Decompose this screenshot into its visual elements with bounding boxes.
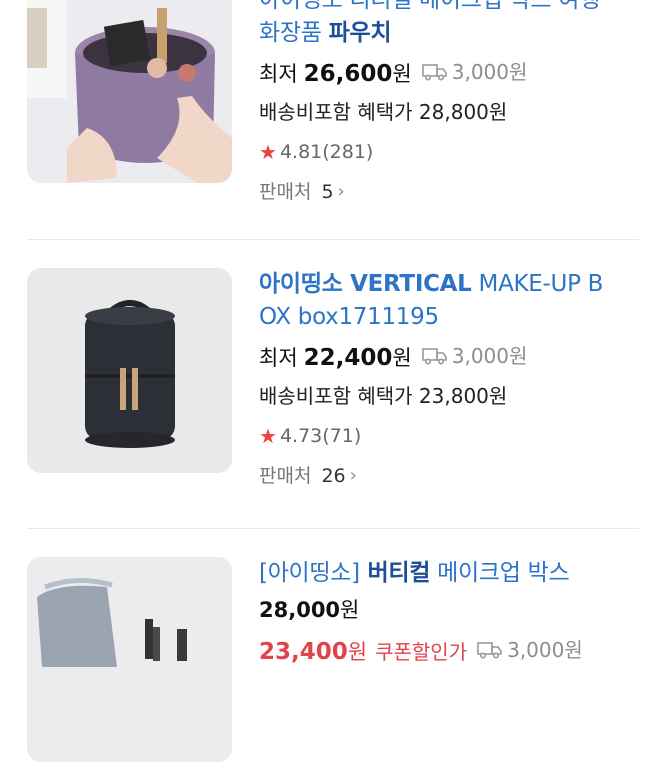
coupon-price-row: 23,400 원 쿠폰할인가 3,000원 <box>259 630 639 670</box>
chevron-right-icon: › <box>349 465 357 486</box>
price-row: 28,000원 <box>259 590 639 630</box>
rating-value: 4.81 <box>279 141 323 163</box>
product-image <box>27 0 232 183</box>
shipping-fee: 3,000원 <box>421 336 527 376</box>
price-unit: 원 <box>392 346 412 370</box>
sellers-count: 5 <box>321 181 334 203</box>
truck-icon <box>477 642 502 659</box>
rating-value: 4.73 <box>279 425 323 447</box>
rating: ★ 4.73 (71) <box>259 416 639 456</box>
product-thumbnail[interactable] <box>27 557 232 762</box>
price-label: 최저 <box>259 62 298 86</box>
sellers-label: 판매처 <box>259 181 312 203</box>
price-row: 최저 22,400 원 3,000원 <box>259 336 639 376</box>
price-label: 최저 <box>259 346 298 370</box>
divider <box>27 528 639 529</box>
review-count: (71) <box>322 425 362 447</box>
product-image <box>27 557 232 762</box>
truck-icon <box>421 348 447 365</box>
product-thumbnail[interactable] <box>27 268 232 473</box>
product-thumbnail[interactable] <box>27 0 232 183</box>
sellers-link[interactable]: 판매처 5 › <box>259 172 639 212</box>
product-title[interactable]: [아이띵소] 버티컬 메이크업 박스 <box>259 557 639 590</box>
product-title[interactable]: 아이띵소 리티컬 메이크업 박스 여행 화장품 파우치 <box>259 0 639 50</box>
divider <box>27 239 639 240</box>
coupon-label: 쿠폰할인가 <box>375 640 468 664</box>
price-unit: 원 <box>340 598 360 622</box>
price-value: 22,400 <box>303 345 393 371</box>
rating: ★ 4.81 (281) <box>259 132 639 172</box>
coupon-price-unit: 원 <box>347 640 368 664</box>
shipping-fee: 3,000원 <box>477 630 583 670</box>
shipping-fee: 3,000원 <box>421 52 527 92</box>
coupon-price: 23,400 <box>259 639 348 665</box>
price-value: 28,000 <box>259 598 341 622</box>
price-unit: 원 <box>392 62 412 86</box>
product-title[interactable]: 아이띵소 VERTICAL MAKE-UP B OX box1711195 <box>259 268 639 334</box>
benefit-price: 배송비포함 혜택가 23,800원 <box>259 384 508 408</box>
benefit-price: 배송비포함 혜택가 28,800원 <box>259 100 508 124</box>
product-image <box>27 268 232 473</box>
truck-icon <box>421 64 447 81</box>
star-icon: ★ <box>259 140 277 164</box>
sellers-count: 26 <box>321 465 346 487</box>
star-icon: ★ <box>259 424 277 448</box>
price-row: 최저 26,600 원 3,000원 <box>259 52 639 92</box>
chevron-right-icon: › <box>337 181 345 202</box>
sellers-label: 판매처 <box>259 465 312 487</box>
review-count: (281) <box>322 141 374 163</box>
sellers-link[interactable]: 판매처 26 › <box>259 456 639 496</box>
price-value: 26,600 <box>303 61 393 87</box>
